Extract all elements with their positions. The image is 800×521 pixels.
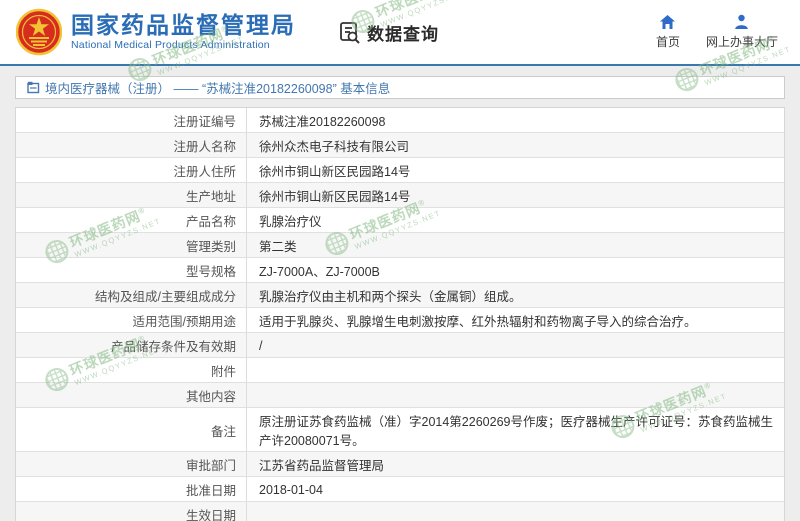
row-label-cell: ? 管理类别 [16, 233, 247, 257]
row-value: / [247, 333, 784, 357]
row-label-cell: ? 生产地址 [16, 183, 247, 207]
nav-online-hall[interactable]: 网上办事大厅 [706, 14, 778, 50]
row-label-cell: ? 附件 [16, 358, 247, 382]
row-label: 备注 [211, 421, 236, 440]
row-value: 2018-01-04 [247, 477, 784, 501]
row-value: 适用于乳腺炎、乳腺增生电刺激按摩、红外热辐射和药物离子导入的综合治疗。 [247, 308, 784, 332]
row-label: 结构及组成/主要组成成分 [95, 286, 236, 305]
row-label: 产品储存条件及有效期 [111, 336, 236, 355]
row-value: 原注册证苏食药监械（准）字2014第2260269号作废；医疗器械生产许可证号：… [247, 408, 784, 451]
row-label-cell: ? 型号规格 [16, 258, 247, 282]
table-row: ? 附件 [16, 358, 784, 383]
form-icon [27, 81, 40, 94]
table-row: ? 生产地址 徐州市铜山新区民园路14号 [16, 183, 784, 208]
row-label: 注册人名称 [173, 136, 236, 155]
table-row: ? 注册证编号 苏械注准20182260098 [16, 108, 784, 133]
nav-home[interactable]: 首页 [656, 14, 680, 50]
header: 国家药品监督管理局 National Medical Products Admi… [0, 0, 800, 66]
row-label: 注册人住所 [173, 161, 236, 180]
row-label: 其他内容 [186, 386, 236, 405]
person-icon [733, 14, 750, 30]
row-label-cell: ? 备注 [16, 408, 247, 451]
table-row: ? 生效日期 [16, 502, 784, 521]
row-value [247, 383, 784, 407]
national-emblem-logo [16, 8, 62, 56]
row-label: 管理类别 [186, 236, 236, 255]
row-label-cell: ? 产品储存条件及有效期 [16, 333, 247, 357]
table-row: ? 审批部门 江苏省药品监督管理局 [16, 452, 784, 477]
nav-home-label: 首页 [656, 33, 680, 50]
nav-online-hall-label: 网上办事大厅 [706, 33, 778, 50]
row-label: 注册证编号 [173, 111, 236, 130]
row-label: 生效日期 [186, 505, 236, 521]
table-row: ? 管理类别 第二类 [16, 233, 784, 258]
row-value: 乳腺治疗仪由主机和两个探头（金属铜）组成。 [247, 283, 784, 307]
row-value [247, 502, 784, 521]
row-value: 徐州市铜山新区民园路14号 [247, 158, 784, 182]
agency-name-en: National Medical Products Administration [71, 38, 296, 52]
row-label: 批准日期 [186, 480, 236, 499]
info-table: ? 注册证编号 苏械注准20182260098 ? 注册人名称 徐州众杰电子科技… [15, 107, 785, 521]
row-label-cell: ? 审批部门 [16, 452, 247, 476]
row-value: 徐州众杰电子科技有限公司 [247, 133, 784, 157]
row-value: 第二类 [247, 233, 784, 257]
table-row: ? 型号规格 ZJ-7000A、ZJ-7000B [16, 258, 784, 283]
row-label-cell: ? 适用范围/预期用途 [16, 308, 247, 332]
table-row: ? 备注 原注册证苏食药监械（准）字2014第2260269号作废；医疗器械生产… [16, 408, 784, 452]
row-label: 附件 [211, 361, 236, 380]
row-value: 苏械注准20182260098 [247, 108, 784, 132]
row-value: 徐州市铜山新区民园路14号 [247, 183, 784, 207]
row-label: 产品名称 [186, 211, 236, 230]
row-label: 审批部门 [186, 455, 236, 474]
main-content: 境内医疗器械（注册） —— “苏械注准20182260098” 基本信息 ? 注… [0, 66, 800, 521]
row-value: 乳腺治疗仪 [247, 208, 784, 232]
data-query-section: 数据查询 [338, 20, 439, 45]
row-value [247, 358, 784, 382]
table-row: ? 批准日期 2018-01-04 [16, 477, 784, 502]
table-row: ? 注册人名称 徐州众杰电子科技有限公司 [16, 133, 784, 158]
row-label-cell: ? 注册人住所 [16, 158, 247, 182]
row-label-cell: ? 生效日期 [16, 502, 247, 521]
table-row: ? 产品名称 乳腺治疗仪 [16, 208, 784, 233]
row-label-cell: ? 产品名称 [16, 208, 247, 232]
row-label-cell: ? 批准日期 [16, 477, 247, 501]
table-row: ? 产品储存条件及有效期 / [16, 333, 784, 358]
section-title: 数据查询 [367, 20, 439, 45]
agency-name-cn: 国家药品监督管理局 [71, 12, 296, 38]
breadcrumb: 境内医疗器械（注册） —— “苏械注准20182260098” 基本信息 [15, 76, 785, 99]
row-value: ZJ-7000A、ZJ-7000B [247, 258, 784, 282]
top-nav: 首页 网上办事大厅 [656, 14, 778, 50]
row-label-cell: ? 注册人名称 [16, 133, 247, 157]
data-query-icon [338, 20, 362, 44]
table-row: ? 注册人住所 徐州市铜山新区民园路14号 [16, 158, 784, 183]
table-row: ? 适用范围/预期用途 适用于乳腺炎、乳腺增生电刺激按摩、红外热辐射和药物离子导… [16, 308, 784, 333]
row-label: 型号规格 [186, 261, 236, 280]
home-icon [659, 14, 676, 30]
table-row: ? 其他内容 [16, 383, 784, 408]
agency-title-block: 国家药品监督管理局 National Medical Products Admi… [71, 12, 296, 52]
row-label-cell: ? 结构及组成/主要组成成分 [16, 283, 247, 307]
table-row: ? 结构及组成/主要组成成分 乳腺治疗仪由主机和两个探头（金属铜）组成。 [16, 283, 784, 308]
breadcrumb-text: 境内医疗器械（注册） —— “苏械注准20182260098” 基本信息 [45, 78, 390, 97]
row-label: 适用范围/预期用途 [133, 311, 236, 330]
row-label: 生产地址 [186, 186, 236, 205]
row-label-cell: ? 其他内容 [16, 383, 247, 407]
row-label-cell: ? 注册证编号 [16, 108, 247, 132]
row-value: 江苏省药品监督管理局 [247, 452, 784, 476]
